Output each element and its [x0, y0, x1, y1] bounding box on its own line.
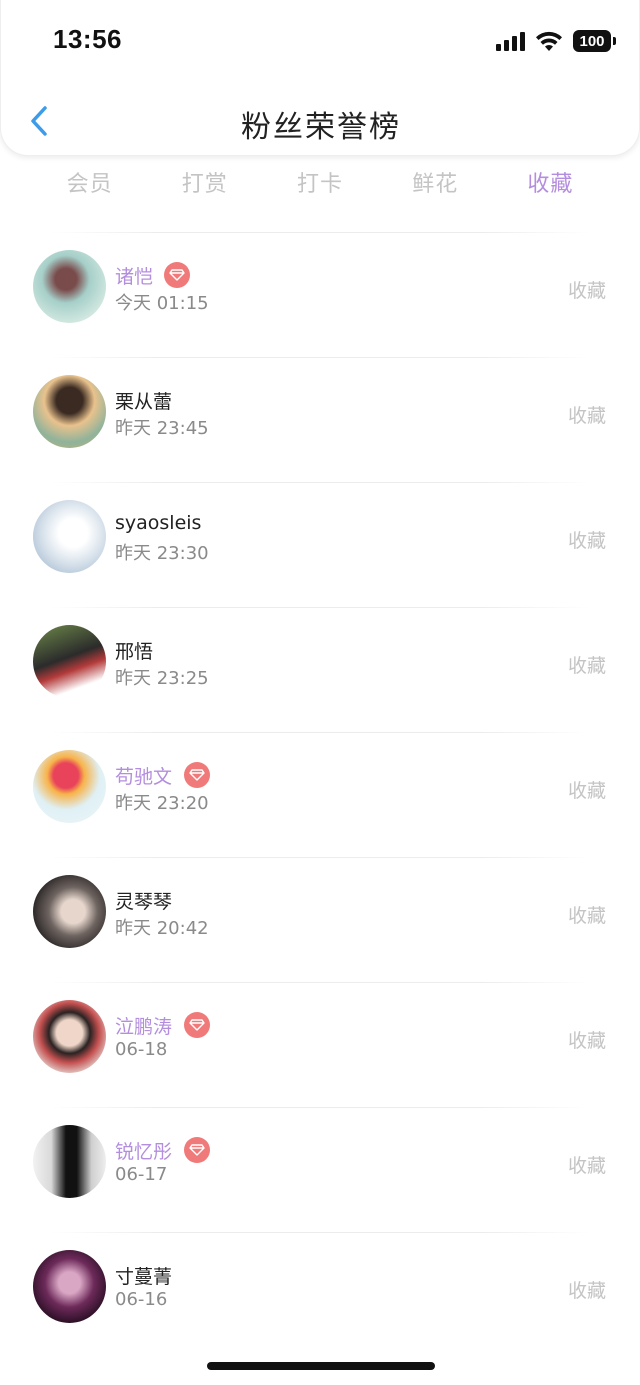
avatar[interactable]: [33, 500, 106, 573]
status-bar: 13:56 100: [1, 0, 640, 80]
fan-name: 寸蔓菁: [115, 1266, 173, 1288]
fan-date: 昨天 23:20: [115, 793, 209, 814]
status-time: 13:56: [53, 24, 122, 54]
avatar[interactable]: [33, 750, 106, 823]
status-icons: 100: [496, 28, 616, 54]
action-label: 收藏: [567, 280, 606, 302]
list-item[interactable]: 诸恺 今天 01:15 收藏: [0, 232, 640, 357]
vip-diamond-icon: [184, 762, 210, 788]
fan-list: 诸恺 今天 01:15 收藏 栗从蕾 昨天 23:45 收藏 syaosleis…: [0, 232, 640, 1357]
divider: [50, 232, 590, 233]
nav-bar: 粉丝荣誉榜: [1, 90, 640, 150]
avatar[interactable]: [33, 1250, 106, 1323]
action-label: 收藏: [567, 780, 606, 802]
list-item[interactable]: 锐忆彤 06-17 收藏: [0, 1107, 640, 1232]
fan-date: 昨天 20:42: [115, 918, 209, 939]
page-title: 粉丝荣誉榜: [241, 110, 401, 145]
tab-favorites[interactable]: 收藏: [493, 166, 608, 206]
fan-name: 泣鹏涛: [115, 1016, 173, 1038]
avatar[interactable]: [33, 250, 106, 323]
vip-diamond-icon: [164, 262, 190, 288]
fan-name: 邢悟: [115, 641, 154, 663]
list-item[interactable]: 灵琴琴 昨天 20:42 收藏: [0, 857, 640, 982]
divider: [50, 857, 590, 858]
fan-name: 诸恺: [115, 266, 154, 288]
tab-checkin[interactable]: 打卡: [262, 166, 377, 206]
action-label: 收藏: [567, 1030, 606, 1052]
divider: [50, 1107, 590, 1108]
fan-date: 06-18: [115, 1039, 168, 1060]
divider: [50, 357, 590, 358]
header: 13:56 100 粉丝荣誉榜: [0, 0, 640, 156]
avatar[interactable]: [33, 625, 106, 698]
fan-date: 06-16: [115, 1289, 168, 1310]
fan-date: 昨天 23:30: [115, 543, 209, 564]
tab-bar: 会员 打赏 打卡 鲜花 收藏: [32, 166, 608, 206]
fan-name: 锐忆彤: [115, 1141, 173, 1163]
home-indicator[interactable]: [207, 1362, 435, 1370]
fan-name: 苟驰文: [115, 766, 173, 788]
tab-reward[interactable]: 打赏: [147, 166, 262, 206]
list-item[interactable]: syaosleis 昨天 23:30 收藏: [0, 482, 640, 607]
fan-date: 06-17: [115, 1164, 168, 1185]
action-label: 收藏: [567, 1155, 606, 1177]
list-item[interactable]: 寸蔓菁 06-16 收藏: [0, 1232, 640, 1357]
divider: [50, 1232, 590, 1233]
vip-diamond-icon: [184, 1137, 210, 1163]
action-label: 收藏: [567, 655, 606, 677]
cellular-signal-icon: [496, 31, 525, 51]
avatar[interactable]: [33, 375, 106, 448]
list-item[interactable]: 泣鹏涛 06-18 收藏: [0, 982, 640, 1107]
divider: [50, 732, 590, 733]
avatar[interactable]: [33, 1125, 106, 1198]
fan-date: 昨天 23:25: [115, 668, 209, 689]
action-label: 收藏: [567, 530, 606, 552]
list-item[interactable]: 栗从蕾 昨天 23:45 收藏: [0, 357, 640, 482]
list-item[interactable]: 苟驰文 昨天 23:20 收藏: [0, 732, 640, 857]
vip-diamond-icon: [184, 1012, 210, 1038]
fan-date: 昨天 23:45: [115, 418, 209, 439]
avatar[interactable]: [33, 875, 106, 948]
fan-name: 栗从蕾: [115, 391, 173, 413]
tab-flowers[interactable]: 鲜花: [378, 166, 493, 206]
divider: [50, 482, 590, 483]
divider: [50, 607, 590, 608]
fan-name: 灵琴琴: [115, 891, 173, 913]
fan-name: syaosleis: [115, 512, 202, 534]
action-label: 收藏: [567, 905, 606, 927]
action-label: 收藏: [567, 405, 606, 427]
action-label: 收藏: [567, 1280, 606, 1302]
tab-member[interactable]: 会员: [32, 166, 147, 206]
divider: [50, 982, 590, 983]
battery-icon: 100: [573, 30, 616, 52]
wifi-icon: [536, 31, 562, 51]
fan-date: 今天 01:15: [115, 293, 209, 314]
list-item[interactable]: 邢悟 昨天 23:25 收藏: [0, 607, 640, 732]
avatar[interactable]: [33, 1000, 106, 1073]
